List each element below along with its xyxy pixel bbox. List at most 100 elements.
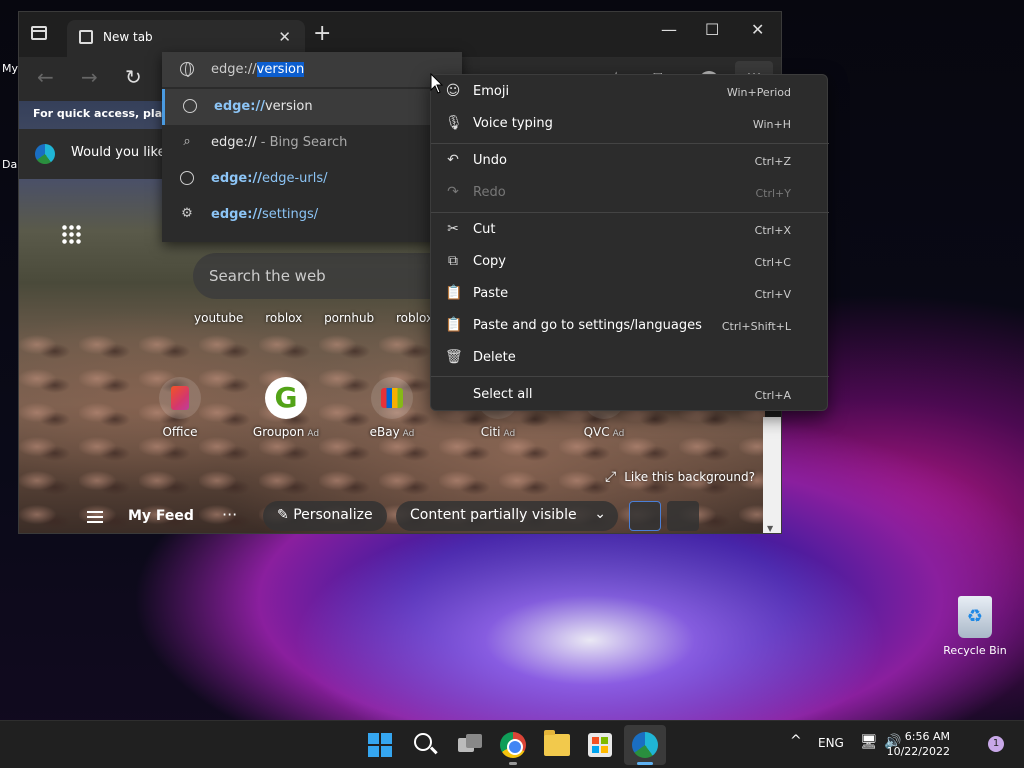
taskbar: ^ ENG 🖥 🔊 6:56 AM 10/22/2022 1 [0, 720, 1024, 768]
menu-item-label: Voice typing [473, 116, 553, 131]
clock-time: 6:56 AM [904, 730, 950, 743]
language-indicator[interactable]: ENG [818, 736, 844, 750]
tile-label: QVC [583, 425, 610, 439]
address-suggestion[interactable]: edge://version [162, 89, 462, 125]
desktop-icon-label-partial[interactable]: Da [2, 158, 17, 171]
menu-item-copy[interactable]: ⧉ Copy Ctrl+C [431, 246, 829, 278]
start-button-windows-icon[interactable] [368, 733, 392, 757]
suggestion-bold: edge:// [211, 207, 262, 222]
forward-icon[interactable]: → [81, 67, 98, 87]
personalize-button[interactable]: ✎ Personalize [263, 501, 387, 531]
menu-item-emoji[interactable]: ☺ Emoji Win+Period [431, 76, 829, 108]
gear-icon: ⚙ [181, 206, 193, 221]
running-indicator [509, 762, 517, 765]
app-launcher-icon[interactable] [61, 224, 81, 244]
file-explorer-icon[interactable] [544, 730, 570, 756]
menu-item-shortcut: Ctrl+Z [754, 155, 791, 168]
like-background-link[interactable]: ⤢ Like this background? [605, 469, 755, 485]
redo-icon: ↷ [447, 184, 459, 200]
copy-icon: ⧉ [448, 253, 458, 269]
menu-item-paste[interactable]: 📋 Paste Ctrl+V [431, 278, 829, 310]
tray-overflow-chevron-icon[interactable]: ^ [790, 733, 802, 749]
menu-item-delete[interactable]: 🗑 Delete [431, 342, 829, 374]
scissors-icon: ✂ [447, 221, 459, 237]
new-tab-button[interactable]: + [313, 22, 331, 46]
trash-icon: 🗑 [445, 349, 463, 365]
menu-item-voice-typing[interactable]: 🎙 Voice typing Win+H [431, 108, 829, 140]
menu-item-label: Copy [473, 254, 506, 269]
menu-item-paste-and-go[interactable]: 📋 Paste and go to settings/languages Ctr… [431, 310, 829, 342]
tab-close-icon[interactable]: ✕ [278, 28, 291, 46]
menu-divider [431, 212, 829, 213]
menu-item-label: Cut [473, 222, 496, 237]
address-suggestion[interactable]: ⚙ edge://settings/ [162, 197, 462, 233]
minimize-button[interactable]: — [661, 20, 677, 39]
grid-view-button[interactable] [629, 501, 661, 531]
menu-item-label: Paste and go to settings/languages [473, 318, 702, 333]
expand-icon: ⤢ [605, 469, 617, 485]
quick-link-tile[interactable]: Office [140, 377, 220, 439]
desktop-icon-label-partial[interactable]: My [2, 62, 18, 75]
globe-icon [183, 99, 197, 113]
tab-title: New tab [103, 30, 153, 44]
address-bar-input[interactable]: edge://version [162, 52, 462, 88]
quick-link-tile[interactable]: GrouponAd [246, 377, 326, 439]
menu-item-undo[interactable]: ↶ Undo Ctrl+Z [431, 145, 829, 177]
menu-item-cut[interactable]: ✂ Cut Ctrl+X [431, 214, 829, 246]
menu-item-shortcut: Win+H [752, 118, 791, 131]
feed-more-button[interactable]: ··· [222, 505, 237, 524]
suggestion-bold: edge:// [211, 135, 257, 150]
content-visibility-dropdown[interactable]: Content partially visible ⌄ [396, 501, 618, 531]
quick-link-tile[interactable]: eBay Ad [352, 377, 432, 439]
groupon-icon [265, 377, 307, 419]
menu-item-shortcut: Ctrl+Shift+L [721, 320, 791, 333]
address-suggestion[interactable]: ⌕ edge:// - Bing Search [162, 125, 462, 161]
address-suggestion[interactable]: edge://edge-urls/ [162, 161, 462, 197]
microsoft-store-icon[interactable] [588, 733, 612, 757]
globe-icon [180, 171, 194, 185]
tile-label: eBay [369, 425, 400, 439]
banner-text: Would you like t [71, 145, 175, 160]
feed-bar: My Feed ··· ✎ Personalize Content partia… [19, 497, 765, 533]
active-app-indicator [637, 762, 653, 765]
tab-actions-icon[interactable] [31, 26, 47, 40]
search-suggestion[interactable]: youtube [194, 311, 243, 325]
address-text: edge://version [211, 62, 305, 77]
emoji-icon: ☺ [445, 83, 461, 99]
maximize-button[interactable]: ☐ [705, 20, 719, 39]
notification-badge[interactable]: 1 [988, 736, 1004, 752]
suggestion-bold: edge:// [214, 99, 265, 114]
paste-icon: 📋 [445, 285, 463, 301]
address-suggestions-panel: edge://version edge://version ⌕ edge:// … [162, 52, 462, 242]
scroll-down-icon[interactable]: ▼ [767, 524, 773, 533]
chrome-icon[interactable] [500, 732, 526, 758]
menu-item-select-all[interactable]: Select all Ctrl+A [431, 379, 829, 411]
menu-icon[interactable] [87, 511, 103, 523]
ad-badge: Ad [612, 429, 625, 439]
address-prefix: edge:// [211, 62, 257, 77]
tile-label: Citi [480, 425, 501, 439]
search-icon[interactable] [414, 733, 432, 751]
search-suggestion[interactable]: roblox [265, 311, 302, 325]
menu-item-shortcut: Ctrl+A [754, 389, 791, 402]
suggestion-rest: settings/ [261, 207, 319, 222]
list-view-button[interactable] [667, 501, 699, 531]
pencil-icon: ✎ [277, 507, 294, 523]
menu-item-label: Select all [473, 387, 533, 402]
page-scrollbar[interactable]: ▼ [763, 417, 781, 533]
clock[interactable]: 6:56 AM 10/22/2022 [887, 729, 950, 759]
my-feed-tab[interactable]: My Feed [128, 508, 194, 524]
clock-date: 10/22/2022 [886, 745, 950, 758]
task-view-icon[interactable] [458, 734, 482, 754]
search-suggestion[interactable]: pornhub [324, 311, 374, 325]
edge-logo-icon [35, 144, 55, 164]
network-icon[interactable]: 🖥 [860, 734, 878, 750]
menu-item-label: Undo [473, 153, 507, 168]
close-button[interactable]: ✕ [751, 20, 764, 39]
refresh-icon[interactable]: ↻ [125, 67, 142, 87]
ad-badge: Ad [402, 429, 415, 439]
recycle-bin-desktop-icon[interactable]: Recycle Bin [940, 596, 1010, 657]
back-icon[interactable]: ← [37, 67, 54, 87]
menu-item-shortcut: Ctrl+X [754, 224, 791, 237]
suggestion-rest: version [264, 99, 313, 114]
